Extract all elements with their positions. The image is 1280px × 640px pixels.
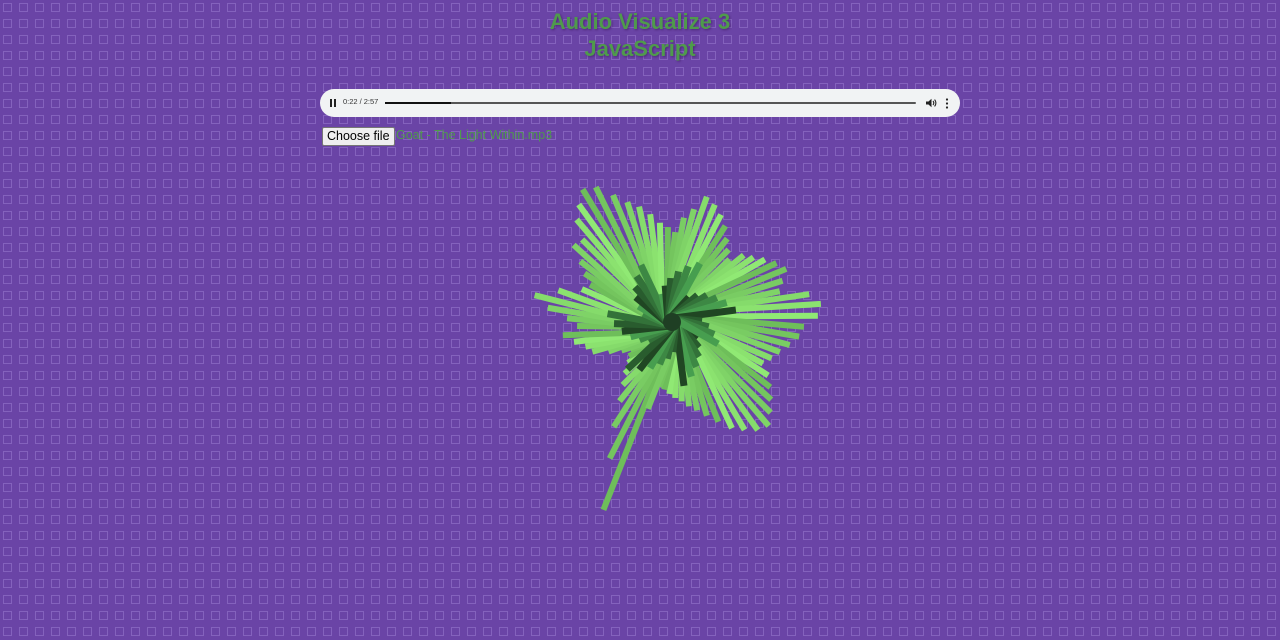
audio-visualizer-canvas <box>533 185 822 511</box>
visualizer-core <box>663 313 681 331</box>
visualizer-bar <box>656 222 666 303</box>
